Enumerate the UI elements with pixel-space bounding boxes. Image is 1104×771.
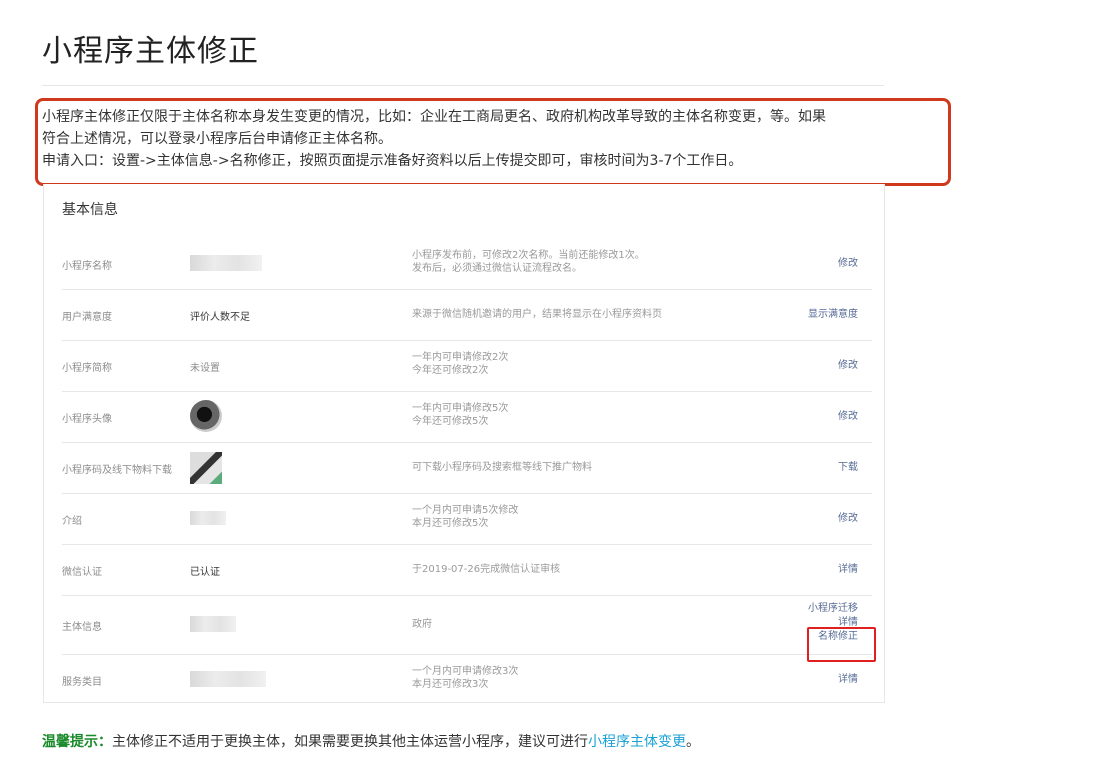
info-row-name: 小程序名称 小程序发布前，可修改2次名称。当前还能修改1次。 发布后，必须通过微…: [62, 239, 872, 290]
info-row-short-name: 小程序简称 未设置 一年内可申请修改2次 今年还可修改2次 修改: [62, 341, 872, 392]
info-row-verification: 微信认证 已认证 于2019-07-26完成微信认证审核 详情: [62, 545, 872, 596]
row-desc: 一年内可申请修改2次 今年还可修改2次: [412, 352, 509, 376]
intro-line: 申请入口：设置->主体信息->名称修正，按照页面提示准备好资料以后上传提交即可，…: [42, 153, 743, 169]
row-label: 小程序名称: [62, 261, 112, 272]
row-desc: 小程序发布前，可修改2次名称。当前还能修改1次。 发布后，必须通过微信认证流程改…: [412, 250, 645, 274]
row-label: 小程序简称: [62, 363, 112, 374]
row-label: 介绍: [62, 516, 82, 527]
row-desc: 一年内可申请修改5次 今年还可修改5次: [412, 403, 509, 427]
mini-program-migrate-link[interactable]: 小程序迁移: [808, 603, 858, 614]
name-fix-highlight-box: [807, 627, 876, 662]
row-desc: 一个月内可申请5次修改 本月还可修改5次: [412, 505, 519, 529]
info-row-satisfaction: 用户满意度 评价人数不足 来源于微信随机邀请的用户，结果将显示在小程序资料页 显…: [62, 290, 872, 341]
info-row-subject: 主体信息 政府 小程序迁移 详情 名称修正: [62, 596, 872, 655]
row-desc: 可下载小程序码及搜索框等线下推广物料: [412, 462, 592, 473]
row-label: 主体信息: [62, 622, 102, 633]
intro-text: 小程序主体修正仅限于主体名称本身发生变更的情况，比如：企业在工商局更名、政府机构…: [42, 106, 892, 172]
subject-change-link[interactable]: 小程序主体变更: [588, 734, 686, 750]
tip-text: 主体修正不适用于更换主体，如果需要更换其他主体运营小程序，建议可进行: [112, 734, 588, 750]
modify-short-name-link[interactable]: 修改: [838, 359, 858, 373]
title-divider: [42, 85, 884, 86]
modify-intro-link[interactable]: 修改: [838, 512, 858, 526]
avatar: [190, 400, 222, 432]
show-satisfaction-link[interactable]: 显示满意度: [808, 308, 858, 322]
row-desc: 来源于微信随机邀请的用户，结果将显示在小程序资料页: [412, 309, 662, 320]
page-title: 小程序主体修正: [42, 34, 259, 69]
info-row-avatar: 小程序头像 一年内可申请修改5次 今年还可修改5次 修改: [62, 392, 872, 443]
row-value: 未设置: [190, 363, 220, 374]
verification-details-link[interactable]: 详情: [838, 563, 858, 577]
blurred-subject-value: [190, 616, 236, 632]
row-desc: 一个月内可申请修改3次 本月还可修改3次: [412, 666, 519, 690]
row-label: 微信认证: [62, 567, 102, 578]
row-label: 小程序码及线下物料下载: [62, 465, 172, 476]
tip-label: 温馨提示：: [42, 734, 112, 750]
intro-line: 小程序主体修正仅限于主体名称本身发生变更的情况，比如：企业在工商局更名、政府机构…: [42, 109, 826, 125]
row-value: 评价人数不足: [190, 312, 250, 323]
intro-line: 符合上述情况，可以登录小程序后台申请修正主体名称。: [42, 131, 392, 147]
info-row-category: 服务类目 一个月内可申请修改3次 本月还可修改3次 详情: [62, 655, 872, 701]
row-desc: 政府: [412, 619, 432, 630]
info-row-intro: 介绍 一个月内可申请5次修改 本月还可修改5次 修改: [62, 494, 872, 545]
download-link[interactable]: 下载: [838, 461, 858, 475]
row-label: 用户满意度: [62, 312, 112, 323]
blurred-name-value: [190, 255, 262, 271]
qr-code-icon: [190, 452, 222, 484]
panel-title: 基本信息: [62, 202, 118, 218]
category-details-link[interactable]: 详情: [838, 673, 858, 687]
blurred-intro-value: [190, 511, 226, 525]
tip-end: 。: [686, 734, 700, 750]
basic-info-panel: 基本信息 小程序名称 小程序发布前，可修改2次名称。当前还能修改1次。 发布后，…: [43, 184, 885, 703]
row-label: 小程序头像: [62, 414, 112, 425]
modify-avatar-link[interactable]: 修改: [838, 410, 858, 424]
modify-name-link[interactable]: 修改: [838, 257, 858, 271]
row-value: 已认证: [190, 567, 220, 578]
row-label: 服务类目: [62, 677, 102, 688]
tip-line: 温馨提示：主体修正不适用于更换主体，如果需要更换其他主体运营小程序，建议可进行小…: [42, 731, 700, 751]
row-desc: 于2019-07-26完成微信认证审核: [412, 564, 561, 575]
info-row-qrcode: 小程序码及线下物料下载 可下载小程序码及搜索框等线下推广物料 下载: [62, 443, 872, 494]
blurred-category-value: [190, 671, 266, 687]
